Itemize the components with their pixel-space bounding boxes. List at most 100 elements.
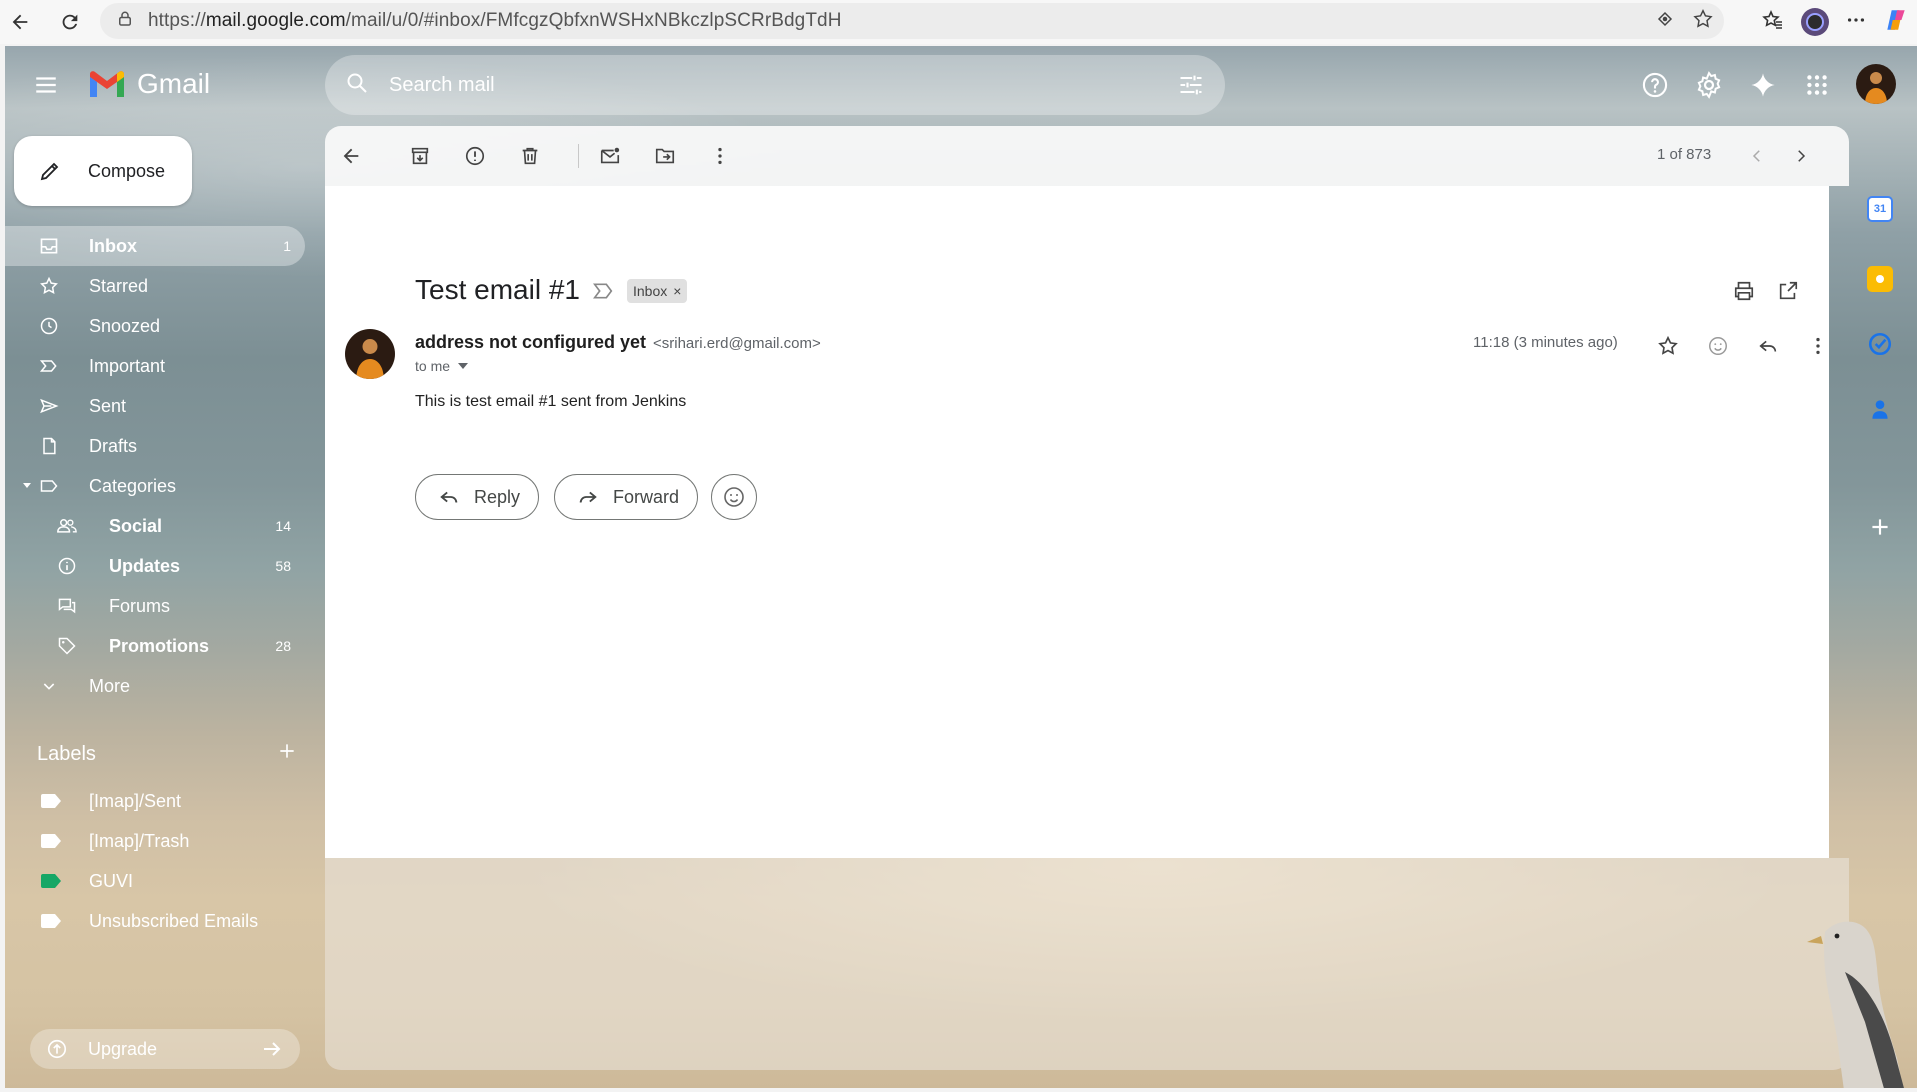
sidebar-item-label: Social (109, 515, 163, 536)
label-tag-icon (41, 794, 61, 808)
label-item-imap-sent[interactable]: [Imap]/Sent (5, 781, 305, 821)
add-label-icon[interactable] (277, 741, 297, 767)
tracking-prevention-icon[interactable] (1656, 10, 1674, 33)
add-reaction-icon[interactable] (1700, 328, 1736, 364)
important-icon (37, 354, 61, 378)
reply-button[interactable]: Reply (415, 474, 540, 520)
print-icon[interactable] (1733, 280, 1755, 307)
gmail-wordmark: Gmail (137, 68, 211, 99)
compose-button[interactable]: Compose (14, 136, 192, 206)
search-bar[interactable]: Search mail (325, 55, 1225, 115)
reload-icon[interactable] (52, 4, 88, 40)
emoji-reaction-button[interactable] (711, 474, 757, 520)
label-chip-text: Inbox (633, 283, 668, 299)
gmail-m-icon (90, 71, 124, 97)
clock-icon (37, 314, 61, 338)
search-input[interactable]: Search mail (389, 74, 495, 97)
star-icon[interactable] (1650, 328, 1686, 364)
mark-unread-icon[interactable] (592, 138, 628, 174)
important-marker-icon[interactable] (593, 282, 613, 305)
search-icon[interactable] (345, 71, 369, 100)
caret-down-icon[interactable] (23, 483, 31, 488)
message-subject: Test email #1 (415, 274, 580, 305)
sender-avatar[interactable] (345, 329, 395, 379)
browser-toolbar: https://mail.google.com/mail/u/0/#inbox/… (0, 0, 1917, 44)
remove-label-icon[interactable]: × (673, 283, 681, 299)
settings-gear-icon[interactable] (1691, 67, 1727, 103)
sidebar-item-categories[interactable]: Categories (5, 466, 305, 506)
label-item-imap-trash[interactable]: [Imap]/Trash (5, 821, 305, 861)
label-item-unsubscribed-emails[interactable]: Unsubscribed Emails (5, 901, 305, 941)
sidebar-item-label: Promotions (109, 635, 210, 656)
sidebar-item-more[interactable]: More (5, 666, 305, 706)
archive-icon[interactable] (402, 138, 438, 174)
tag-icon (55, 634, 79, 658)
upgrade-label: Upgrade (88, 1038, 158, 1059)
sender-email: <srihari.erd@gmail.com> (653, 335, 821, 352)
label-name: [Imap]/Trash (89, 830, 190, 851)
inbox-label-chip: Inbox × (627, 279, 688, 303)
more-options-icon[interactable] (1845, 9, 1867, 36)
back-to-inbox-icon[interactable] (333, 138, 369, 174)
tasks-icon[interactable] (1867, 331, 1893, 357)
main-menu-icon[interactable] (33, 72, 59, 98)
message-more-vert-icon[interactable] (1800, 328, 1836, 364)
open-in-new-window-icon[interactable] (1777, 280, 1799, 307)
sidebar-item-label: Categories (89, 475, 177, 496)
upgrade-button[interactable]: Upgrade (30, 1029, 300, 1069)
forward-label: Forward (613, 486, 680, 507)
copilot-icon[interactable] (1883, 7, 1909, 38)
sidebar-item-forums[interactable]: Forums (5, 586, 305, 626)
sidebar-item-snoozed[interactable]: Snoozed (5, 306, 305, 346)
newer-chevron-left-icon[interactable] (1739, 138, 1775, 174)
reply-icon[interactable] (1750, 328, 1786, 364)
labels-heading: Labels (37, 742, 96, 765)
label-name: [Imap]/Sent (89, 790, 182, 811)
favorite-star-icon[interactable] (1692, 8, 1714, 35)
sender-name: address not configured yet (415, 332, 647, 352)
move-to-icon[interactable] (647, 138, 683, 174)
sidebar-item-drafts[interactable]: Drafts (5, 426, 305, 466)
keep-icon[interactable] (1867, 266, 1893, 292)
profile-icon[interactable] (1801, 8, 1829, 36)
address-bar[interactable]: https://mail.google.com/mail/u/0/#inbox/… (100, 3, 1724, 39)
sidebar-item-sent[interactable]: Sent (5, 386, 305, 426)
gmail-app: Gmail Compose Inbox 1 Starred Snoozed Im… (5, 46, 1917, 1088)
label-item-guvi[interactable]: GUVI (5, 861, 305, 901)
gemini-sparkle-icon[interactable] (1745, 67, 1781, 103)
older-chevron-right-icon[interactable] (1783, 138, 1819, 174)
unread-count: 1 (283, 238, 291, 254)
sidebar-item-updates[interactable]: Updates 58 (5, 546, 305, 586)
unread-count: 14 (275, 518, 291, 534)
label-list: [Imap]/Sent [Imap]/Trash GUVI Unsubscrib… (5, 781, 305, 941)
apps-grid-icon[interactable] (1799, 67, 1835, 103)
search-options-icon[interactable] (1177, 71, 1205, 104)
star-icon (37, 274, 61, 298)
delete-trash-icon[interactable] (512, 138, 548, 174)
recipient-details[interactable]: to me (415, 358, 469, 374)
gmail-logo[interactable]: Gmail (87, 68, 210, 100)
people-icon (55, 514, 79, 538)
sidebar-item-promotions[interactable]: Promotions 28 (5, 626, 305, 666)
help-icon[interactable] (1637, 67, 1673, 103)
forward-button[interactable]: Forward (554, 474, 699, 520)
reply-label: Reply (474, 486, 521, 507)
account-avatar[interactable] (1856, 64, 1896, 104)
back-icon[interactable] (2, 4, 38, 40)
calendar-day: 31 (1873, 203, 1887, 215)
contacts-icon[interactable] (1867, 396, 1893, 422)
add-addon-icon[interactable] (1867, 514, 1893, 540)
calendar-icon[interactable]: 31 (1867, 196, 1893, 222)
sidebar-item-inbox[interactable]: Inbox 1 (5, 226, 305, 266)
sidebar-item-important[interactable]: Important (5, 346, 305, 386)
sidebar-item-social[interactable]: Social 14 (5, 506, 305, 546)
more-vert-icon[interactable] (702, 138, 738, 174)
site-info-icon[interactable] (116, 10, 134, 33)
sidebar-item-label: Sent (89, 395, 127, 416)
draft-icon (37, 434, 61, 458)
report-spam-icon[interactable] (457, 138, 493, 174)
send-icon (37, 394, 61, 418)
favorites-icon[interactable] (1761, 8, 1785, 37)
sidebar-item-starred[interactable]: Starred (5, 266, 305, 306)
toolbar-divider (578, 144, 579, 168)
